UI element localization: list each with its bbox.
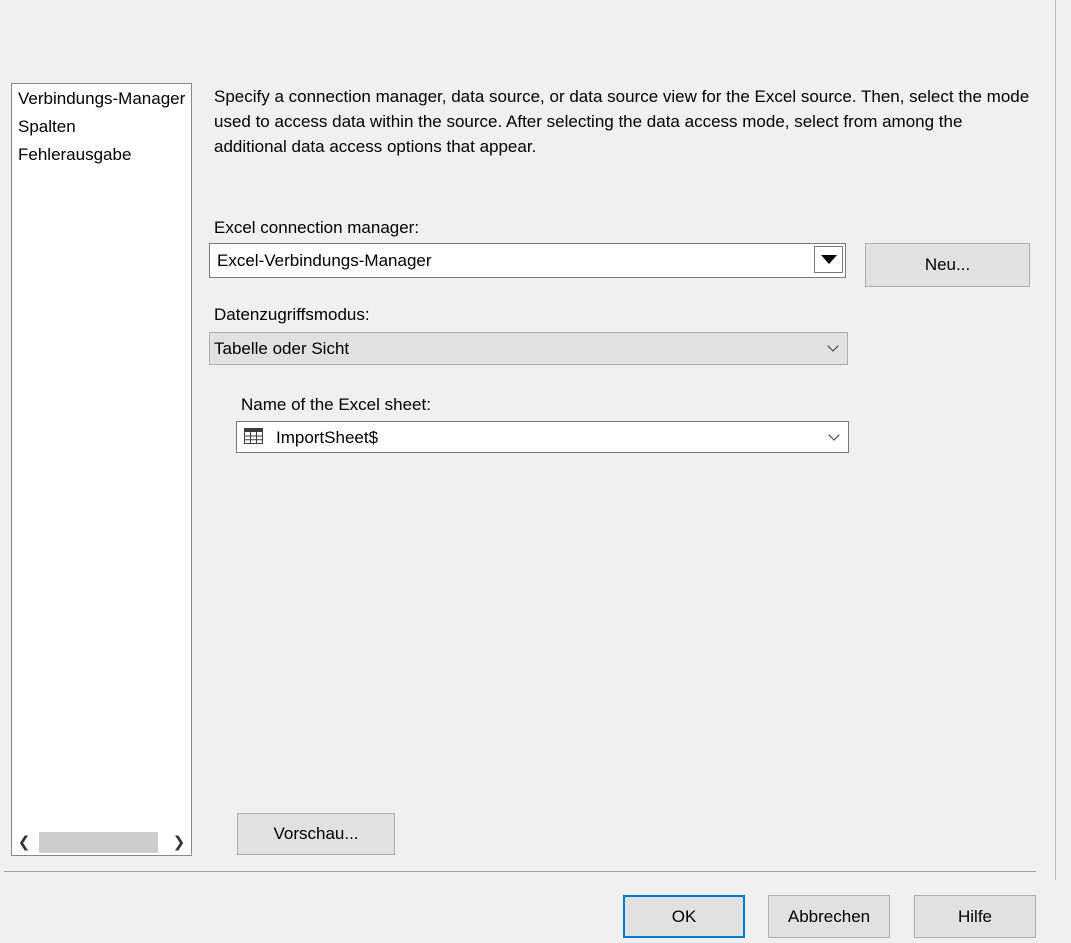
sheet-name-value: ImportSheet$: [276, 428, 379, 447]
access-mode-value: Tabelle oder Sicht: [214, 339, 350, 358]
nav-item-error-output[interactable]: Fehlerausgabe: [18, 143, 131, 167]
help-button-label: Hilfe: [957, 907, 992, 926]
new-connection-button[interactable]: Neu...: [865, 243, 1030, 287]
nav-item-columns[interactable]: Spalten: [18, 115, 76, 139]
connection-manager-dropdown-button[interactable]: [814, 246, 843, 273]
ok-button-label: OK: [671, 907, 697, 926]
connection-manager-value: Excel-Verbindungs-Manager: [217, 251, 432, 270]
chevron-down-icon: [828, 429, 840, 441]
sheet-name-label: Name of the Excel sheet:: [241, 395, 431, 414]
footer-separator: [4, 871, 1036, 872]
nav-horizontal-scrollbar[interactable]: ❮ ❯: [12, 830, 191, 855]
cancel-button-label: Abbrechen: [787, 907, 871, 926]
cancel-button[interactable]: Abbrechen: [768, 895, 890, 938]
chevron-down-icon: [827, 340, 839, 352]
triangle-down-icon: [821, 255, 837, 264]
preview-button-label: Vorschau...: [273, 824, 359, 843]
window-edge: [1055, 0, 1056, 880]
help-button[interactable]: Hilfe: [914, 895, 1036, 938]
scroll-left-arrow-icon[interactable]: ❮: [12, 830, 36, 855]
connection-manager-label: Excel connection manager:: [214, 218, 420, 237]
scroll-right-arrow-icon[interactable]: ❯: [167, 830, 191, 855]
connection-manager-combo[interactable]: Excel-Verbindungs-Manager: [209, 243, 846, 278]
new-connection-button-label: Neu...: [924, 255, 971, 274]
access-mode-label: Datenzugriffsmodus:: [214, 305, 370, 324]
nav-item-connection-manager[interactable]: Verbindungs-Manager: [18, 87, 185, 111]
table-icon: [244, 428, 263, 444]
sheet-name-select[interactable]: ImportSheet$: [236, 421, 849, 453]
ok-button[interactable]: OK: [623, 895, 745, 938]
preview-button[interactable]: Vorschau...: [237, 813, 395, 855]
page-description: Specify a connection manager, data sourc…: [214, 87, 1030, 156]
page-nav-list[interactable]: Verbindungs-Manager Spalten Fehlerausgab…: [11, 83, 192, 856]
scroll-thumb[interactable]: [39, 832, 158, 853]
access-mode-select[interactable]: Tabelle oder Sicht: [209, 332, 848, 365]
